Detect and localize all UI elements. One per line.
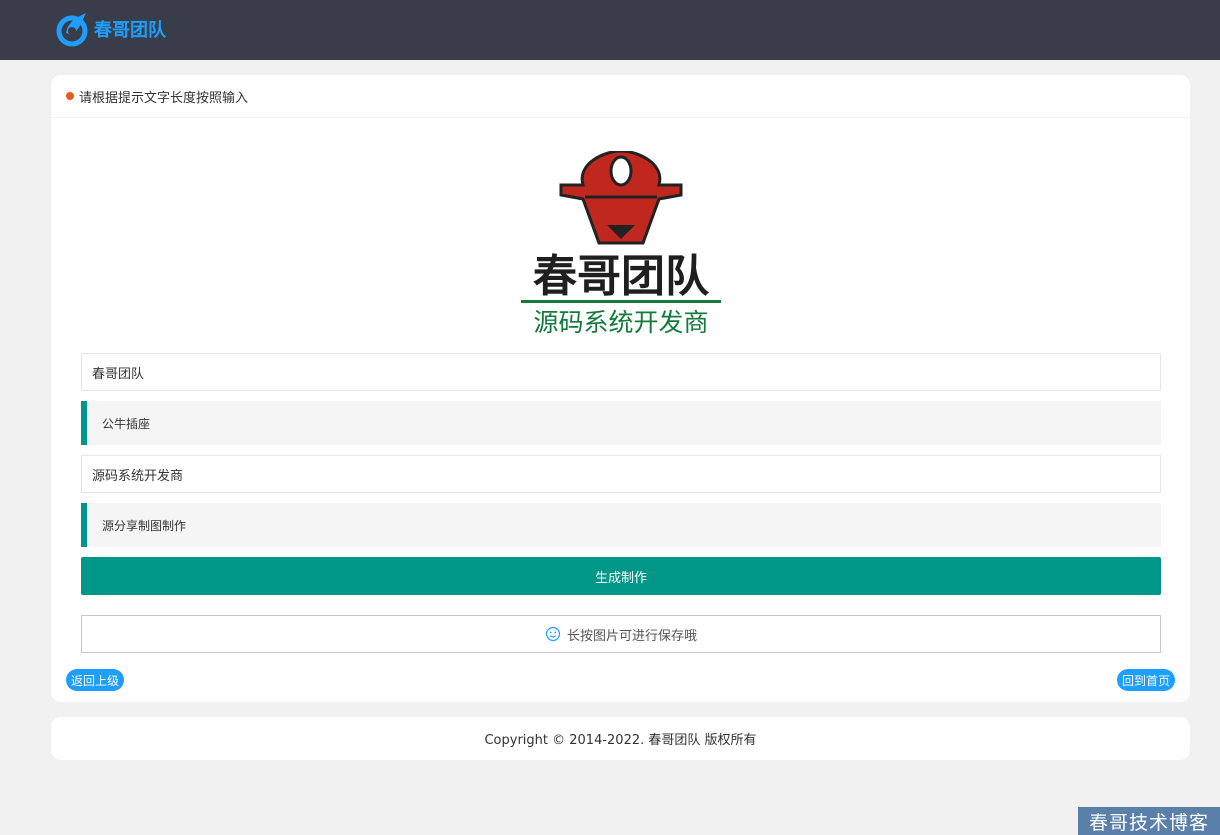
generate-button[interactable]: 生成制作 [81, 557, 1161, 595]
main-card: 请根据提示文字长度按照输入 春哥团队 源码系统开发商 春哥团队 公牛插座 源码系… [51, 75, 1190, 702]
home-button[interactable]: 回到首页 [1116, 669, 1175, 691]
brand[interactable]: 春哥团队 [56, 11, 166, 47]
text-input-1[interactable]: 春哥团队 [81, 353, 1161, 391]
smile-icon [545, 626, 561, 642]
save-tip-text: 长按图片可进行保存哦 [566, 628, 697, 644]
text-input-2[interactable]: 源码系统开发商 [81, 455, 1161, 493]
notice-dot-icon [66, 92, 74, 100]
poster-brand-text: 春哥团队 [533, 251, 710, 302]
hint-2: 源分享制图制作 [81, 503, 1161, 547]
poster-slogan-text: 源码系统开发商 [533, 308, 708, 337]
brand-name: 春哥团队 [94, 20, 166, 41]
top-navbar: 春哥团队 [0, 0, 1220, 60]
save-tip-button[interactable]: 长按图片可进行保存哦 [81, 615, 1161, 653]
notice-text: 请根据提示文字长度按照输入 [79, 90, 249, 106]
generated-poster-image[interactable]: 春哥团队 源码系统开发商 [521, 151, 721, 341]
watermark: 春哥技术博客 [1078, 807, 1220, 835]
copyright-text: Copyright © 2014-2022. 春哥团队 版权所有 [484, 733, 757, 748]
back-button[interactable]: 返回上级 [66, 669, 125, 691]
card-header: 请根据提示文字长度按照输入 [51, 75, 1190, 118]
footer: Copyright © 2014-2022. 春哥团队 版权所有 [51, 717, 1190, 760]
hint-1: 公牛插座 [81, 401, 1161, 445]
brand-logo-icon [56, 13, 88, 47]
